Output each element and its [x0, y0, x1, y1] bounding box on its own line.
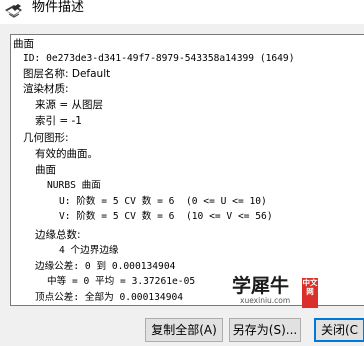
text-line: 曲面	[35, 164, 56, 176]
text-line: 边缘公差: 0 到 0.000134904	[35, 261, 176, 272]
text-line: 边缘总数:	[35, 229, 81, 241]
text-line: 中等 = 0 平均 = 3.37261e-05	[47, 276, 196, 287]
text-line: 4 个边界边缘	[59, 245, 119, 256]
watermark-logo: 学犀牛 xuexiniu.com	[232, 276, 312, 306]
copy-all-button[interactable]: 复制全部(A)	[145, 318, 223, 342]
text-line: 几何图形:	[23, 132, 69, 144]
close-button[interactable]: 关闭(C	[314, 318, 364, 342]
text-line: 渲染材质:	[23, 83, 69, 95]
watermark-url: xuexiniu.com	[240, 296, 291, 305]
watermark-text: 学犀牛	[232, 275, 290, 297]
text-line: 图层名称: Default	[23, 68, 111, 80]
text-line: 顶点公差: 全部为 0.000134904	[35, 292, 184, 303]
save-as-button[interactable]: 另存为(S)...	[229, 318, 301, 342]
text-line: NURBS 曲面	[47, 180, 101, 191]
text-line: V: 阶数 = 5 CV 数 = 6 (10 <= V <= 56)	[59, 211, 273, 222]
text-line: U: 阶数 = 5 CV 数 = 6 (0 <= U <= 10)	[59, 196, 267, 207]
window-title: 物件描述	[32, 0, 85, 15]
title-bar: 物件描述	[0, 0, 364, 24]
app-icon	[4, 2, 24, 20]
description-text-area[interactable]: 曲面 ID: 0e273de3-d341-49f7-8979-543358a14…	[10, 34, 364, 306]
text-line: 索引 = -1	[35, 115, 82, 127]
watermark-badge: 中文网	[302, 278, 318, 308]
text-line: ID: 0e273de3-d341-49f7-8979-543358a14399…	[23, 53, 295, 64]
text-line: 来源 = 从图层	[35, 99, 103, 111]
text-line: 曲面	[13, 38, 34, 50]
text-line: 有效的曲面。	[35, 148, 98, 160]
